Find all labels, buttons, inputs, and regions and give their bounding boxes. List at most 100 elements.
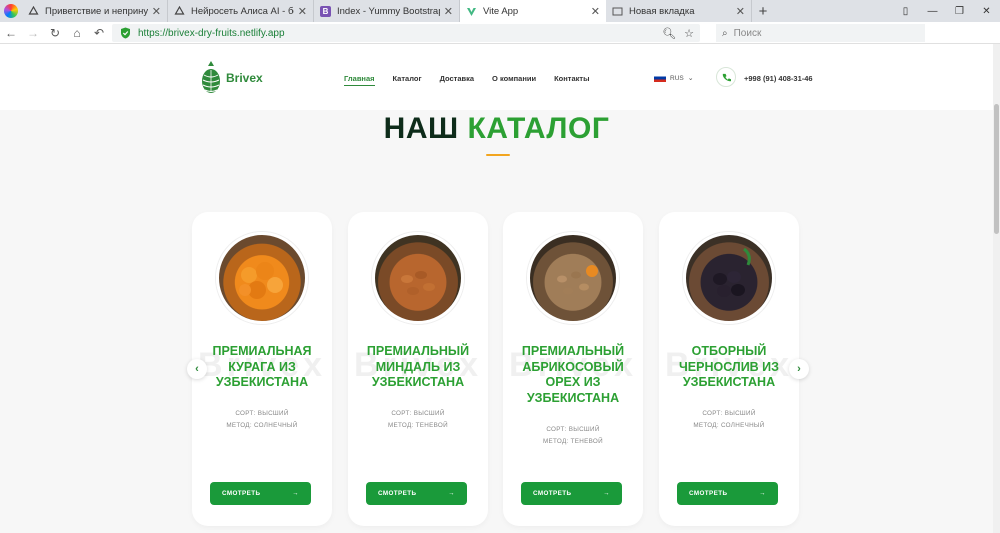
product-sort: СОРТ: ВЫСШИЙ	[702, 410, 756, 417]
carousel-prev-button[interactable]: ‹	[187, 359, 207, 379]
language-label: RUS	[670, 74, 684, 82]
home-icon[interactable]: ⌂	[66, 22, 88, 44]
tab-title: Новая вкладка	[629, 5, 695, 17]
product-sort: СОРТ: ВЫСШИЙ	[546, 426, 600, 433]
view-button-label: СМОТРЕТЬ	[222, 490, 261, 497]
product-image-prune[interactable]	[683, 232, 775, 324]
shield-icon	[118, 26, 132, 40]
page-scrollbar[interactable]	[993, 44, 1000, 533]
site-header: Brivex Главная Каталог Доставка О компан…	[0, 44, 993, 110]
star-icon[interactable]: ☆	[684, 27, 694, 40]
product-card: Brivex ПРЕМИАЛЬНАЯ КУРАГА ИЗ УЗБЕКИСТАНА…	[192, 212, 332, 526]
zoom-icon[interactable]: 🔍︎	[662, 27, 676, 40]
search-icon: ⌕	[722, 27, 728, 39]
view-button[interactable]: СМОТРЕТЬ →	[366, 482, 467, 505]
arrow-right-icon: →	[292, 490, 299, 497]
nav-item-catalog[interactable]: Каталог	[393, 74, 422, 86]
product-image-apricot[interactable]	[216, 232, 308, 324]
phone-number[interactable]: +998 (91) 408-31-46	[744, 74, 813, 83]
tab-title: Нейросеть Алиса AI - беспл	[191, 5, 294, 17]
tab-5[interactable]: Новая вкладка ✕	[606, 0, 752, 22]
close-icon[interactable]: ✕	[591, 5, 600, 18]
product-card: Brivex ПРЕМИАЛЬНЫЙ МИНДАЛЬ ИЗ УЗБЕКИСТАН…	[348, 212, 488, 526]
product-meta: СОРТ: ВЫСШИЙ МЕТОД: ТЕНЕВОЙ	[348, 408, 488, 432]
product-name: ПРЕМИАЛЬНАЯ КУРАГА ИЗ УЗБЕКИСТАНА	[212, 344, 312, 389]
tab-title: Vite App	[483, 5, 519, 17]
undo-close-icon[interactable]: ↶	[88, 22, 110, 44]
restore-button[interactable]: ❐	[946, 0, 973, 22]
phone-icon[interactable]	[716, 67, 736, 87]
product-name: ОТБОРНЫЙ ЧЕРНОСЛИВ ИЗ УЗБЕКИСТАНА	[679, 344, 779, 389]
page-icon	[612, 6, 623, 17]
view-button[interactable]: СМОТРЕТЬ →	[677, 482, 778, 505]
arrow-right-icon: →	[448, 490, 455, 497]
title-part-2: КАТАЛОГ	[467, 112, 610, 145]
close-icon[interactable]: ✕	[298, 5, 307, 18]
product-sort: СОРТ: ВЫСШИЙ	[391, 410, 445, 417]
minimize-button[interactable]: —	[919, 0, 946, 22]
search-input[interactable]: ⌕ Поиск	[716, 24, 925, 42]
bootstrap-icon: B	[320, 5, 331, 17]
scrollbar-thumb[interactable]	[994, 104, 999, 234]
forward-icon[interactable]: →	[22, 22, 44, 44]
main-nav: Главная Каталог Доставка О компании Конт…	[344, 74, 607, 86]
nav-item-about[interactable]: О компании	[492, 74, 536, 86]
chevron-down-icon: ⌄	[687, 75, 694, 82]
product-image-almond[interactable]	[372, 232, 464, 324]
nav-item-contacts[interactable]: Контакты	[554, 74, 589, 86]
tab-4[interactable]: Vite App ✕	[460, 0, 606, 22]
tab-list-icon[interactable]: ▯	[892, 0, 919, 22]
view-button-label: СМОТРЕТЬ	[533, 490, 572, 497]
product-method: МЕТОД: СОЛНЕЧНЫЙ	[226, 422, 298, 429]
russia-flag-icon	[654, 74, 666, 82]
logo-text: Brivex	[226, 71, 263, 85]
product-image-apricot-kernel[interactable]	[527, 232, 619, 324]
site-logo[interactable]: Brivex	[200, 61, 263, 95]
arrow-right-icon: →	[603, 490, 610, 497]
tab-title: Index - Yummy Bootstrap Ten	[337, 5, 440, 17]
tab-3[interactable]: B Index - Yummy Bootstrap Ten ✕	[314, 0, 460, 22]
view-button-label: СМОТРЕТЬ	[689, 490, 728, 497]
view-button[interactable]: СМОТРЕТЬ →	[210, 482, 311, 505]
back-icon[interactable]: ←	[0, 22, 22, 44]
catalog-title: НАШ КАТАЛОГ	[0, 112, 993, 146]
tab-2[interactable]: Нейросеть Алиса AI - беспл ✕	[168, 0, 314, 22]
tab-1[interactable]: Приветствие и непринуждё ✕	[22, 0, 168, 22]
carousel-next-button[interactable]: ›	[789, 359, 809, 379]
product-method: МЕТОД: СОЛНЕЧНЫЙ	[693, 422, 765, 429]
product-card: Brivex ПРЕМИАЛЬНЫЙ АБРИКОСОВЫЙ ОРЕХ ИЗ У…	[503, 212, 643, 526]
view-button[interactable]: СМОТРЕТЬ →	[521, 482, 622, 505]
view-button-label: СМОТРЕТЬ	[378, 490, 417, 497]
reload-icon[interactable]: ↻	[44, 22, 66, 44]
close-window-button[interactable]: ✕	[973, 0, 1000, 22]
chevron-right-icon: ›	[797, 363, 801, 375]
arrow-right-icon: →	[759, 490, 766, 497]
url-text: https://brivex-dry-fruits.netlify.app	[138, 27, 285, 39]
product-method: МЕТОД: ТЕНЕВОЙ	[388, 422, 448, 429]
title-part-1: НАШ	[383, 112, 459, 145]
product-card: Brivex ОТБОРНЫЙ ЧЕРНОСЛИВ ИЗ УЗБЕКИСТАНА…	[659, 212, 799, 526]
browser-tab-bar: Приветствие и непринуждё ✕ Нейросеть Али…	[0, 0, 1000, 22]
chevron-left-icon: ‹	[195, 363, 199, 375]
language-selector[interactable]: RUS ⌄	[654, 74, 694, 82]
search-placeholder: Поиск	[733, 27, 762, 39]
window-controls: ▯ — ❐ ✕	[892, 0, 1000, 22]
browser-logo-icon[interactable]	[0, 0, 22, 22]
website-viewport: Brivex Главная Каталог Доставка О компан…	[0, 44, 993, 533]
product-sort: СОРТ: ВЫСШИЙ	[235, 410, 289, 417]
product-name: ПРЕМИАЛЬНЫЙ МИНДАЛЬ ИЗ УЗБЕКИСТАНА	[366, 344, 470, 389]
cloud-icon	[174, 5, 185, 17]
close-icon[interactable]: ✕	[736, 5, 745, 18]
address-bar[interactable]: https://brivex-dry-fruits.netlify.app 🔍︎…	[112, 24, 700, 42]
nav-item-home[interactable]: Главная	[344, 74, 375, 86]
close-icon[interactable]: ✕	[152, 5, 161, 18]
close-icon[interactable]: ✕	[444, 5, 453, 18]
browser-toolbar: ← → ↻ ⌂ ↶ https://brivex-dry-fruits.netl…	[0, 22, 1000, 62]
new-tab-button[interactable]: +	[752, 3, 774, 20]
nav-item-delivery[interactable]: Доставка	[440, 74, 474, 86]
tab-title: Приветствие и непринуждё	[45, 5, 148, 17]
title-underline	[486, 154, 510, 156]
cloud-icon	[28, 5, 39, 17]
product-meta: СОРТ: ВЫСШИЙ МЕТОД: СОЛНЕЧНЫЙ	[659, 408, 799, 432]
vite-icon	[466, 6, 477, 17]
